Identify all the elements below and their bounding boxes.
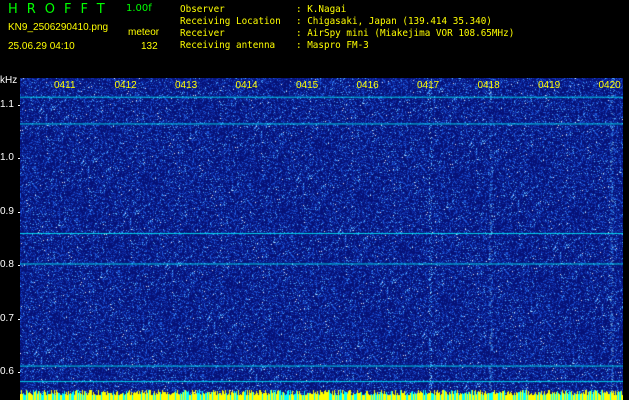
app-logo: HROFFT [8, 2, 114, 17]
x-tick-label: 0416 [356, 80, 379, 91]
spectrogram-canvas [20, 78, 623, 400]
y-tick-label: 0.6 [0, 365, 14, 377]
antenna-value: : Maspro FM-3 [296, 40, 369, 51]
x-tick-label: 0420 [598, 80, 621, 91]
x-tick-label: 0412 [114, 80, 137, 91]
receiver-label: Receiver [180, 28, 225, 39]
observer-label: Observer [180, 4, 225, 15]
y-tick-label: 1.1 [0, 98, 14, 110]
y-tick-label: 0.9 [0, 205, 14, 217]
spectrogram-plot [20, 78, 623, 400]
x-tick-label: 0414 [235, 80, 258, 91]
x-tick-label: 0419 [538, 80, 561, 91]
receiver-value: : AirSpy mini (Miakejima VOR 108.65MHz) [296, 28, 515, 39]
y-tick-label: 0.8 [0, 259, 14, 271]
y-tick-label: 0.7 [0, 312, 14, 324]
x-tick-label: 0418 [477, 80, 500, 91]
y-axis-unit: kHz [0, 75, 18, 86]
mode-label: meteor [128, 27, 160, 38]
app-version: 1.00f [126, 3, 152, 14]
datetime-label: 25.06.29 04:10 [8, 41, 75, 52]
file-name: KN9_2506290410.png [8, 22, 109, 33]
y-tick-label: 1.0 [0, 152, 14, 164]
location-label: Receiving Location [180, 16, 281, 27]
location-value: : Chigasaki, Japan (139.414 35.340) [296, 16, 492, 27]
count-label: 132 [141, 41, 158, 52]
x-tick-label: 0417 [417, 80, 440, 91]
x-tick-label: 0413 [175, 80, 198, 91]
observer-value: : K.Nagai [296, 4, 347, 15]
antenna-label: Receiving antenna [180, 40, 276, 51]
header-panel: HROFFT 1.00f KN9_2506290410.png meteor 2… [0, 0, 629, 74]
x-tick-label: 0415 [296, 80, 319, 91]
x-tick-label: 0411 [54, 80, 76, 91]
